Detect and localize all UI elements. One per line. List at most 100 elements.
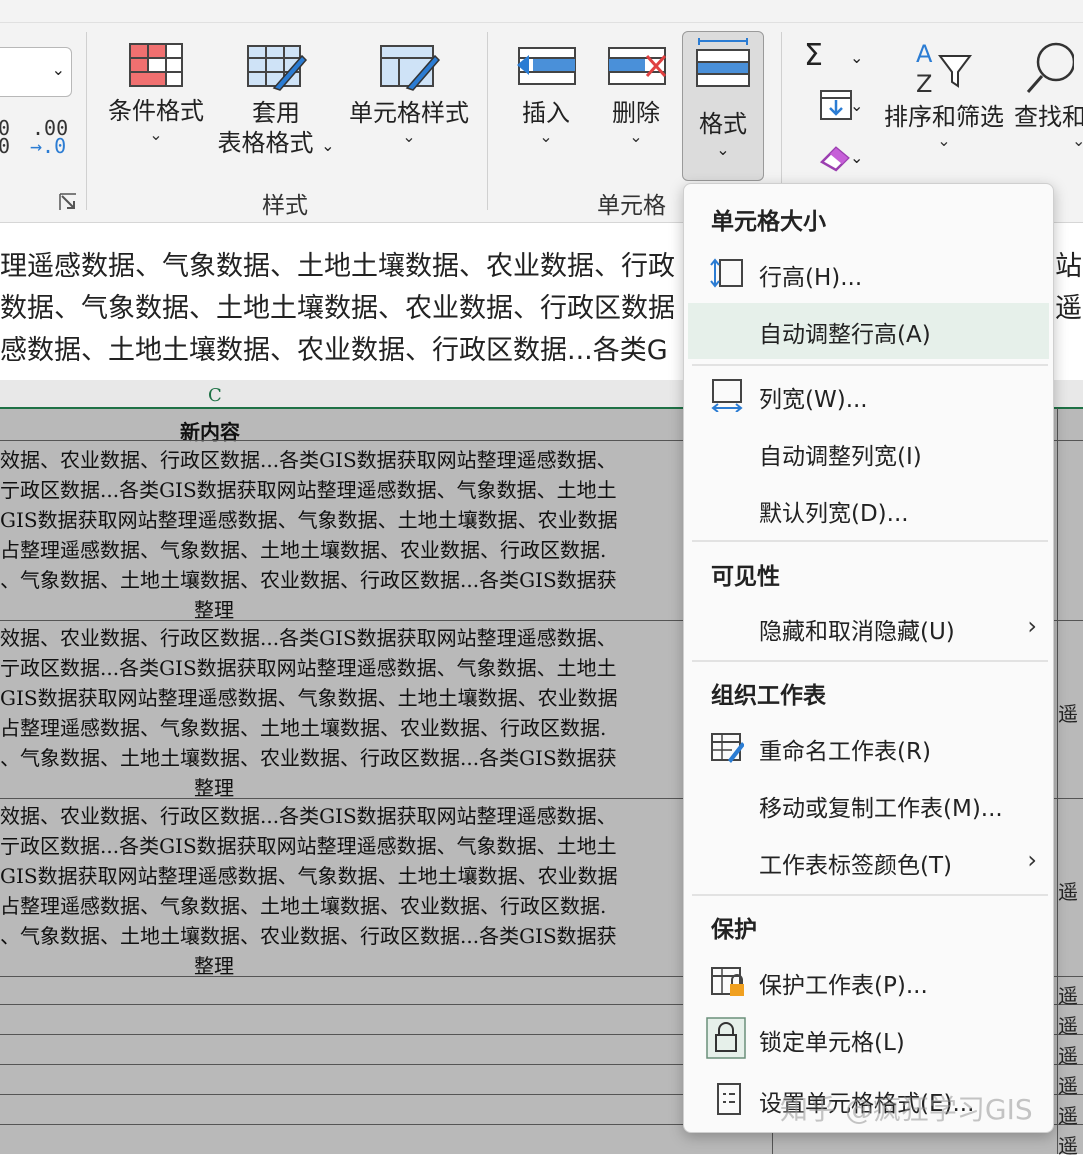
cell-text-line: 占整理遥感数据、气象数据、土地土壤数据、农业数据、行政区数据. xyxy=(0,538,607,562)
formula-text-fragment: 遥 xyxy=(1055,293,1082,324)
cell-text-line: 效据、农业数据、行政区数据...各类GIS数据获取网站整理遥感数据、 xyxy=(0,448,617,472)
autosum-button[interactable]: Σ ⌄ xyxy=(804,38,868,73)
format-label: 格式 xyxy=(699,110,747,138)
menu-item-hide-unhide[interactable]: 隐藏和取消隐藏(U) › xyxy=(688,600,1049,656)
ribbon-separator xyxy=(487,32,488,210)
cell-text-line: GIS数据获取网站整理遥感数据、气象数据、土地土壤数据、农业数据 xyxy=(0,864,618,888)
menu-item-label: 行高(H)... xyxy=(759,265,863,291)
chevron-down-icon: ⌄ xyxy=(937,131,951,150)
menu-item-label: 设置单元格格式(E)... xyxy=(759,1091,975,1117)
svg-text:A: A xyxy=(916,40,933,68)
decrease-decimal-label-2[interactable]: →.0 xyxy=(30,134,66,158)
chevron-down-icon: ⌄ xyxy=(402,127,416,146)
ribbon-top-divider xyxy=(0,22,1083,23)
menu-separator xyxy=(692,364,1048,366)
right-cell-text: 遥 xyxy=(1058,1014,1078,1038)
menu-item-autofit-column-width[interactable]: 自动调整列宽(I) xyxy=(688,425,1049,481)
formula-text-fragment: 站 xyxy=(1055,251,1082,282)
menu-item-label: 移动或复制工作表(M)... xyxy=(759,796,1003,822)
insert-cells-button[interactable]: 插入 ⌄ xyxy=(508,42,584,146)
menu-item-tab-color[interactable]: 工作表标签颜色(T) › xyxy=(688,834,1049,890)
chevron-down-icon: ⌄ xyxy=(850,48,864,67)
menu-item-column-width[interactable]: 列宽(W)... xyxy=(688,368,1049,424)
cell-text-tail: 整理 xyxy=(194,598,234,622)
cell-text-line: 效据、农业数据、行政区数据...各类GIS数据获取网站整理遥感数据、 xyxy=(0,626,617,650)
menu-item-row-height[interactable]: 行高(H)... xyxy=(688,246,1049,302)
menu-section-protect: 保护 xyxy=(711,917,757,943)
number-format-combo[interactable]: ⌄ xyxy=(0,47,72,97)
menu-item-autofit-row-height[interactable]: 自动调整行高(A) xyxy=(688,303,1049,359)
chevron-down-icon: ⌄ xyxy=(539,127,553,146)
eraser-icon xyxy=(819,146,850,172)
dialog-launcher-icon[interactable] xyxy=(58,192,80,212)
sort-filter-button[interactable]: A Z 排序和筛选 ⌄ xyxy=(880,38,1008,150)
cell-text-line: 、气象数据、土地土壤数据、农业数据、行政区数据...各类GIS数据获 xyxy=(0,746,617,770)
menu-item-rename-sheet[interactable]: 重命名工作表(R) xyxy=(688,720,1049,776)
chevron-down-icon: ⌄ xyxy=(850,96,864,115)
conditional-format-label: 条件格式 xyxy=(108,97,204,125)
right-cell-text: 遥 xyxy=(1058,1134,1078,1158)
cell-text-line: 、气象数据、土地土壤数据、农业数据、行政区数据...各类GIS数据获 xyxy=(0,568,617,592)
menu-item-label: 自动调整列宽(I) xyxy=(759,444,922,470)
sort-filter-icon: A Z xyxy=(916,40,972,98)
menu-section-cell-size: 单元格大小 xyxy=(711,209,826,235)
delete-label: 删除 xyxy=(612,99,660,127)
menu-separator xyxy=(692,894,1048,896)
cell-text-line: 亍政区数据...各类GIS数据获取网站整理遥感数据、气象数据、土地土 xyxy=(0,656,617,680)
right-cell-text: 遥 xyxy=(1058,1044,1078,1068)
conditional-format-button[interactable]: 条件格式 ⌄ xyxy=(104,42,208,144)
cell-text-tail: 整理 xyxy=(194,776,234,800)
menu-item-move-copy-sheet[interactable]: 移动或复制工作表(M)... xyxy=(688,777,1049,833)
menu-item-format-cells[interactable]: 设置单元格格式(E)... xyxy=(688,1072,1049,1128)
cell-text-line: GIS数据获取网站整理遥感数据、气象数据、土地土壤数据、农业数据 xyxy=(0,686,618,710)
menu-item-lock-cell[interactable]: 锁定单元格(L) xyxy=(688,1011,1049,1067)
lock-icon xyxy=(706,1017,746,1059)
svg-text:Z: Z xyxy=(916,70,932,96)
insert-cells-icon xyxy=(517,47,576,85)
sort-filter-label: 排序和筛选 xyxy=(884,103,1004,131)
menu-item-default-width[interactable]: 默认列宽(D)... xyxy=(688,482,1049,538)
chevron-down-icon: ⌄ xyxy=(716,140,730,159)
clear-button[interactable]: ⌄ xyxy=(804,140,868,180)
menu-item-label: 保护工作表(P)... xyxy=(759,973,928,999)
format-as-table-label-1: 套用 xyxy=(252,99,300,127)
format-button[interactable]: 格式 ⌄ xyxy=(682,31,764,181)
delete-cells-icon xyxy=(608,47,667,85)
fill-button[interactable]: ⌄ xyxy=(804,88,868,128)
menu-item-label: 锁定单元格(L) xyxy=(759,1030,905,1056)
chevron-down-icon: ⌄ xyxy=(1072,131,1083,150)
increase-decimal-label-2[interactable]: 0 xyxy=(0,134,10,158)
chevron-down-icon: ⌄ xyxy=(321,136,335,155)
formula-text-line: 数据、气象数据、土地土壤数据、农业数据、行政区数据 xyxy=(0,293,675,324)
cell-styles-button[interactable]: 单元格样式 ⌄ xyxy=(344,42,474,146)
chevron-right-icon: › xyxy=(1027,612,1037,640)
cell-styles-label: 单元格样式 xyxy=(349,99,469,127)
menu-item-label: 列宽(W)... xyxy=(759,387,868,413)
format-as-table-label-text: 表格格式 xyxy=(217,129,314,157)
find-select-label: 查找和 xyxy=(1014,103,1083,131)
delete-cells-button[interactable]: 删除 ⌄ xyxy=(598,42,674,146)
menu-item-label: 工作表标签颜色(T) xyxy=(759,853,952,879)
cell-styles-icon xyxy=(380,45,441,91)
menu-item-label: 默认列宽(D)... xyxy=(759,501,909,527)
menu-section-visibility: 可见性 xyxy=(711,564,780,590)
conditional-format-icon xyxy=(129,43,183,87)
menu-separator xyxy=(692,540,1048,542)
format-as-table-button[interactable]: 套用 表格格式 ⌄ xyxy=(214,42,338,161)
find-select-button[interactable]: 查找和 ⌄ xyxy=(1014,38,1083,150)
format-as-table-label-2: 表格格式 ⌄ xyxy=(214,128,338,161)
column-width-icon xyxy=(711,379,743,412)
formula-text-line: 感数据、土地土壤数据、农业数据、行政区数据...各类G xyxy=(0,335,668,366)
sum-icon: Σ xyxy=(804,38,823,73)
styles-group-label: 样式 xyxy=(262,193,308,219)
format-dropdown-menu: 单元格大小 行高(H)... 自动调整行高(A) 列宽(W)... 自动调整列宽… xyxy=(683,183,1054,1133)
menu-item-label: 自动调整行高(A) xyxy=(759,322,931,348)
fill-down-icon xyxy=(820,90,852,120)
chevron-down-icon: ⌄ xyxy=(850,148,864,167)
column-header-c[interactable]: C xyxy=(208,385,222,406)
cell-text-line: 、气象数据、土地土壤数据、农业数据、行政区数据...各类GIS数据获 xyxy=(0,924,617,948)
right-cell-text: 遥 xyxy=(1058,880,1078,904)
right-cell-text: 遥 xyxy=(1058,984,1078,1008)
menu-item-protect-sheet[interactable]: 保护工作表(P)... xyxy=(688,954,1049,1010)
format-cells-icon xyxy=(696,38,750,87)
